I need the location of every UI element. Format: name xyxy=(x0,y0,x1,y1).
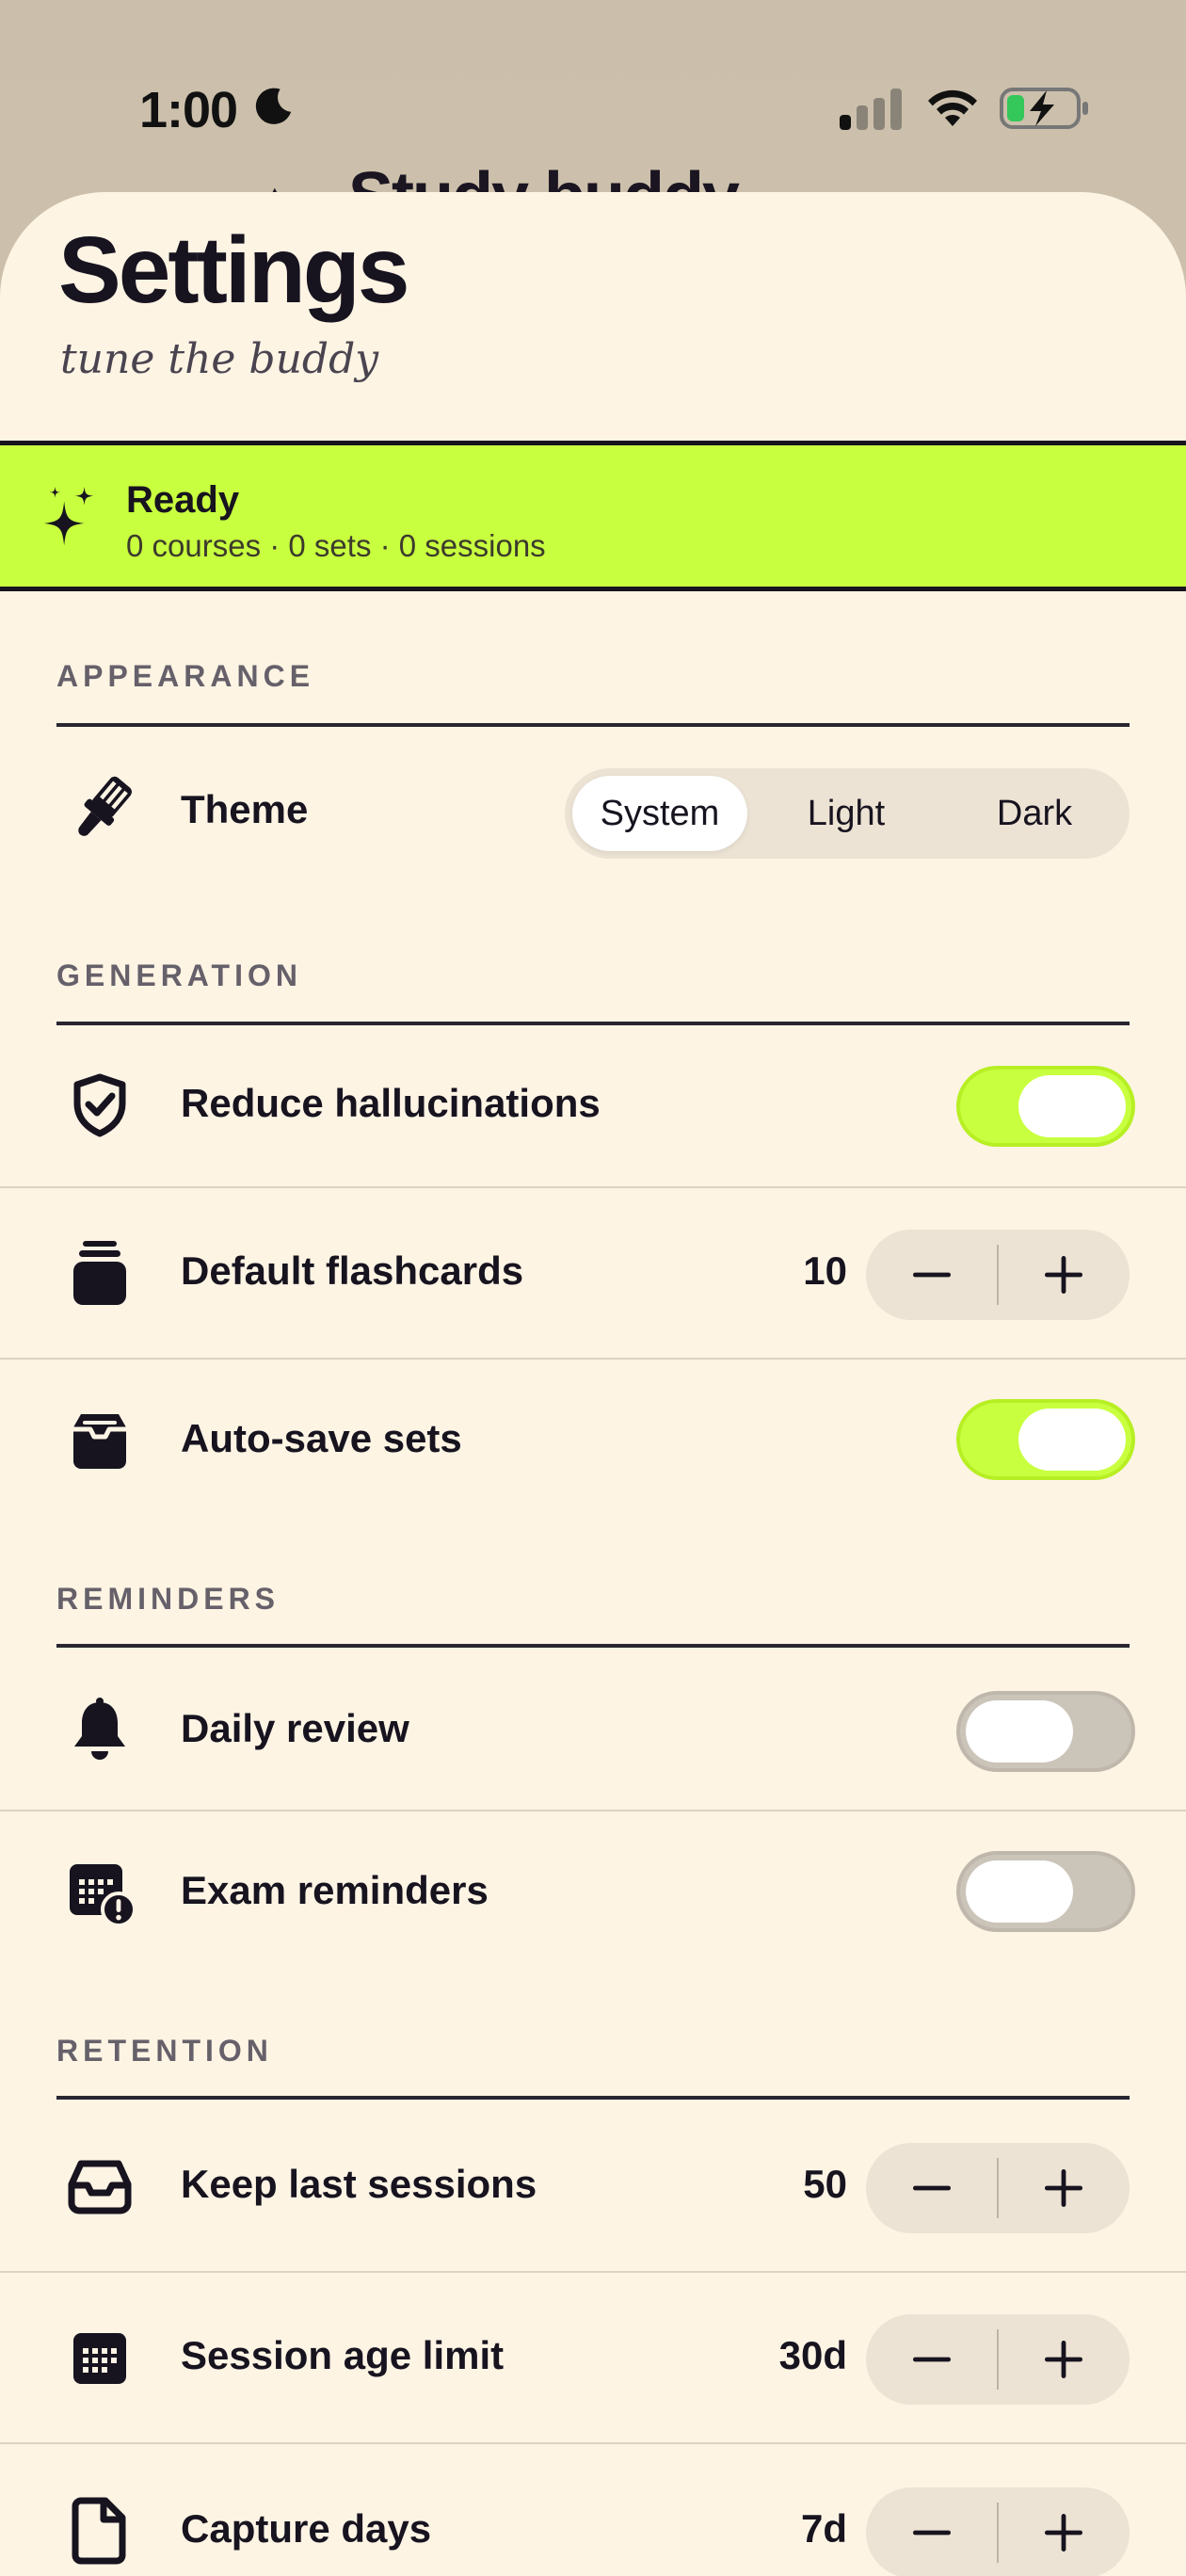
page-subtitle: tune the buddy xyxy=(60,335,379,383)
plus-icon xyxy=(1045,2169,1082,2207)
section-divider xyxy=(56,723,1130,727)
default-flashcards-value: 10 xyxy=(803,1248,847,1293)
theme-option-system[interactable]: System xyxy=(572,776,747,851)
plus-icon xyxy=(1045,2341,1082,2378)
capture-days-stepper xyxy=(866,2487,1130,2576)
section-divider xyxy=(56,2096,1130,2100)
toggle-knob xyxy=(966,1860,1073,1923)
minus-icon xyxy=(913,2185,951,2191)
shield-check-icon xyxy=(73,1073,126,1137)
keep-last-sessions-value: 50 xyxy=(803,2162,847,2206)
increment-button[interactable] xyxy=(998,2487,1130,2576)
inbox-icon xyxy=(68,2160,132,2214)
theme-segmented-control: System Light Dark xyxy=(565,768,1130,859)
capture-days-value: 7d xyxy=(800,2506,847,2551)
session-age-limit-stepper xyxy=(866,2314,1130,2405)
status-time: 1:00 xyxy=(139,82,238,138)
page-title: Settings xyxy=(58,217,409,323)
decrement-button[interactable] xyxy=(866,1230,998,1320)
row-divider xyxy=(0,1810,1186,1811)
cellular-signal-icon xyxy=(840,89,902,130)
status-banner: Ready 0 courses · 0 sets · 0 sessions xyxy=(0,441,1186,591)
battery-charging-icon xyxy=(1000,88,1088,129)
toggle-knob xyxy=(966,1700,1073,1763)
toggle-knob xyxy=(1018,1075,1126,1137)
reduce-hallucinations-toggle[interactable] xyxy=(956,1066,1135,1147)
row-divider xyxy=(0,1186,1186,1188)
calendar-icon xyxy=(73,2333,126,2384)
keep-last-sessions-label: Keep last sessions xyxy=(181,2162,537,2206)
capture-days-label: Capture days xyxy=(181,2506,432,2551)
calendar-alert-icon xyxy=(70,1864,136,1927)
reduce-hallucinations-label: Reduce hallucinations xyxy=(181,1081,601,1125)
increment-button[interactable] xyxy=(998,1230,1130,1320)
decrement-button[interactable] xyxy=(866,2314,998,2405)
section-label-reminders: REMINDERS xyxy=(56,1582,280,1616)
default-flashcards-stepper xyxy=(866,1230,1130,1320)
section-divider xyxy=(56,1022,1130,1025)
row-divider xyxy=(0,2442,1186,2444)
auto-save-sets-toggle[interactable] xyxy=(956,1399,1135,1480)
row-divider xyxy=(0,1358,1186,1360)
section-divider xyxy=(56,1644,1130,1648)
theme-label: Theme xyxy=(181,787,309,831)
document-icon xyxy=(72,2497,126,2565)
keep-last-sessions-stepper xyxy=(866,2143,1130,2233)
exam-reminders-label: Exam reminders xyxy=(181,1868,489,1912)
theme-option-light[interactable]: Light xyxy=(759,776,934,851)
decrement-button[interactable] xyxy=(866,2487,998,2576)
wifi-icon xyxy=(928,89,977,126)
bell-icon xyxy=(74,1698,125,1760)
default-flashcards-label: Default flashcards xyxy=(181,1248,524,1293)
minus-icon xyxy=(913,2530,951,2536)
daily-review-toggle[interactable] xyxy=(956,1691,1135,1772)
status-banner-title: Ready xyxy=(126,479,240,521)
status-banner-detail: 0 courses · 0 sets · 0 sessions xyxy=(126,528,546,563)
paintbrush-icon xyxy=(78,776,132,836)
minus-icon xyxy=(913,1272,951,1278)
session-age-limit-value: 30d xyxy=(778,2333,847,2377)
section-label-generation: GENERATION xyxy=(56,958,302,992)
session-age-limit-label: Session age limit xyxy=(181,2333,505,2377)
section-label-appearance: APPEARANCE xyxy=(56,659,315,693)
minus-icon xyxy=(913,2357,951,2362)
auto-save-sets-label: Auto-save sets xyxy=(181,1416,462,1460)
archive-tray-icon xyxy=(73,1414,126,1469)
moon-icon xyxy=(255,88,292,124)
daily-review-label: Daily review xyxy=(181,1706,409,1750)
increment-button[interactable] xyxy=(998,2314,1130,2405)
decrement-button[interactable] xyxy=(866,2143,998,2233)
plus-icon xyxy=(1045,1256,1082,1294)
toggle-knob xyxy=(1018,1409,1126,1471)
card-stack-icon xyxy=(73,1241,126,1305)
plus-icon xyxy=(1045,2514,1082,2552)
settings-sheet: Settings tune the buddy Ready 0 courses … xyxy=(0,192,1186,2576)
section-label-retention: RETENTION xyxy=(56,2034,273,2068)
theme-option-dark[interactable]: Dark xyxy=(947,776,1122,851)
exam-reminders-toggle[interactable] xyxy=(956,1851,1135,1932)
increment-button[interactable] xyxy=(998,2143,1130,2233)
status-bar: 1:00 ▲ Study buddy xyxy=(0,0,1186,234)
sparkles-icon xyxy=(43,487,94,546)
row-divider xyxy=(0,2271,1186,2273)
